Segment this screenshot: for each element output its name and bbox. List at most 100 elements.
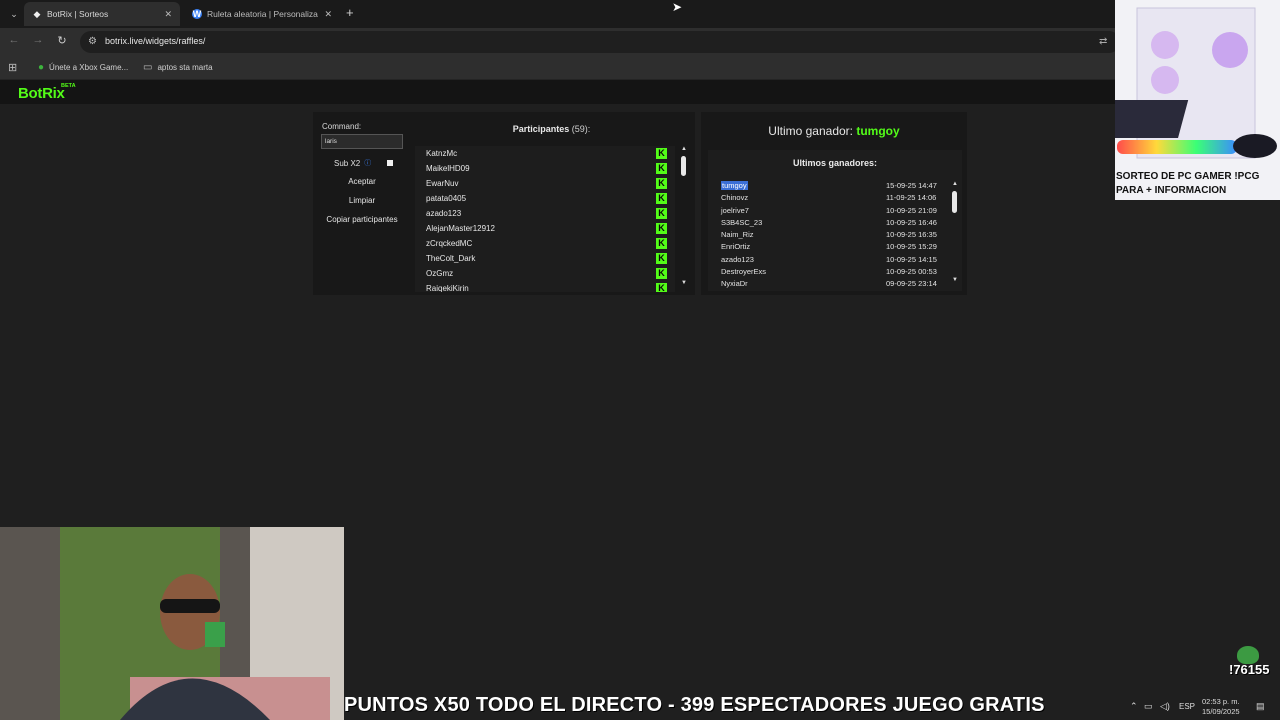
botrix-logo[interactable]: BotRix — [18, 85, 65, 102]
url-text[interactable]: botrix.live/widgets/raffles/ — [105, 36, 205, 46]
close-icon[interactable]: ✕ — [164, 9, 172, 20]
bookmark-xbox[interactable]: ● Únete a Xbox Game... — [38, 62, 128, 73]
participant-name: EwarNuv — [426, 179, 459, 188]
scroll-down-icon[interactable]: ▼ — [951, 277, 959, 283]
tab-search-icon[interactable]: ⌄ — [6, 6, 22, 22]
command-input[interactable] — [321, 134, 403, 149]
clock-date: 15/09/2025 — [1202, 707, 1240, 716]
winner-row: azado123 10-09-25 14:15 — [712, 254, 946, 266]
winner-name: EnriOrtiz — [721, 242, 751, 252]
participant-name: TheColt_Dark — [426, 254, 476, 263]
tab-bar: ⌄ ◆ BotRix | Sorteos ✕ W Ruleta aleatori… — [0, 0, 1280, 28]
winner-row: S3B4SC_23 10-09-25 16:46 — [712, 217, 946, 229]
wheel-favicon-icon: W — [192, 9, 202, 19]
winner-date: 10-09-25 15:29 — [886, 242, 937, 252]
system-tray: ⌃ ▭ ◁) ESP 02:53 p. m. 15/09/2025 ▤ — [1130, 696, 1280, 718]
mouse-cursor-icon: ➤ — [672, 0, 683, 14]
winners-scrollbar[interactable]: ▲ ▼ — [951, 181, 959, 289]
participant-name: patata0405 — [426, 194, 467, 203]
forward-icon[interactable]: → — [30, 34, 46, 46]
network-icon[interactable]: ▭ — [1144, 701, 1153, 712]
back-icon[interactable]: ← — [6, 34, 22, 46]
bookmark-folder[interactable]: ▭ aptos sta marta — [143, 62, 213, 73]
participant-name: RaiqekiKirin — [426, 284, 469, 292]
winners-title: Ultimos ganadores: — [792, 158, 877, 168]
notification-icon[interactable]: ▤ — [1256, 701, 1265, 712]
sub-x2-row: Sub X2 ⓘ — [334, 158, 371, 168]
clock-time: 02:53 p. m. — [1202, 697, 1240, 706]
tab-title: Ruleta aleatoria | Personaliza y ... — [207, 9, 320, 19]
kick-platform-icon: K — [656, 208, 667, 219]
winner-date: 10-09-25 16:46 — [886, 217, 937, 227]
info-icon[interactable]: ⓘ — [364, 158, 371, 168]
winners-list[interactable]: tumgoy 15-09-25 14:47 Chinovz 11-09-25 14:0… — [712, 180, 946, 290]
participant-row: patata0405 K — [415, 191, 675, 206]
participant-row: TheColt_Dark K — [415, 251, 675, 266]
winner-date: 15-09-25 14:47 — [886, 181, 937, 190]
chevron-up-icon[interactable]: ⌃ — [1130, 701, 1138, 712]
volume-icon[interactable]: ◁) — [1160, 701, 1170, 712]
tab-botrix[interactable]: ◆ BotRix | Sorteos ✕ — [24, 2, 180, 26]
toolbar: ← → ↻ ⚙ botrix.live/widgets/raffles/ — [0, 28, 1280, 56]
translate-icon[interactable]: ⇄ — [1099, 36, 1107, 47]
tab-title: BotRix | Sorteos — [47, 9, 109, 19]
scroll-up-icon[interactable]: ▲ — [680, 146, 688, 152]
participant-name: MaikelHD09 — [426, 164, 470, 173]
kick-platform-icon: K — [656, 193, 667, 204]
winner-name: NyxiaDr — [721, 279, 748, 289]
language-indicator[interactable]: ESP — [1179, 702, 1195, 711]
kick-platform-icon: K — [656, 148, 667, 159]
close-icon[interactable]: ✕ — [324, 9, 332, 20]
winner-date: 10-09-25 16:35 — [886, 230, 937, 240]
ticker-text: PUNTOS X50 TODO EL DIRECTO - 399 ESPECTA… — [344, 694, 1045, 716]
sub-x2-checkbox[interactable] — [387, 160, 393, 166]
copy-participants-button[interactable]: Copiar participantes — [321, 212, 403, 228]
scroll-thumb[interactable] — [952, 191, 957, 213]
scroll-up-icon[interactable]: ▲ — [951, 181, 959, 187]
accept-button[interactable]: Aceptar — [321, 174, 403, 190]
participant-name: zCrqckedMC — [426, 239, 473, 248]
apps-grid-icon[interactable]: ⊞ — [8, 61, 17, 74]
winner-row: joelrive7 10-09-25 21:09 — [712, 205, 946, 217]
kick-platform-icon: K — [656, 283, 667, 292]
winner-name: S3B4SC_23 — [721, 217, 763, 227]
participant-row: MaikelHD09 K — [415, 161, 675, 176]
participants-scrollbar[interactable]: ▲ ▼ — [680, 146, 688, 292]
viewer-count: !76155 — [1229, 662, 1270, 677]
kick-platform-icon: K — [656, 268, 667, 279]
participant-row: OzGmz K — [415, 266, 675, 281]
site-settings-icon[interactable]: ⚙ — [88, 36, 97, 47]
winner-name: azado123 — [721, 254, 754, 264]
clear-button[interactable]: Limpiar — [321, 193, 403, 209]
participant-name: KatnzMc — [426, 149, 458, 158]
address-bar[interactable]: ⚙ botrix.live/widgets/raffles/ — [80, 31, 1120, 53]
winner-name: Naim_Riz — [721, 230, 754, 240]
winner-date: 10-09-25 00:53 — [886, 267, 937, 277]
scroll-down-icon[interactable]: ▼ — [680, 280, 688, 286]
kick-platform-icon: K — [656, 223, 667, 234]
command-label: Command: — [322, 122, 362, 131]
winner-name: joelrive7 — [721, 205, 749, 215]
winner-date: 11-09-25 14:06 — [886, 193, 937, 203]
reload-icon[interactable]: ↻ — [54, 34, 70, 47]
webcam-feed — [0, 527, 344, 720]
scroll-thumb[interactable] — [681, 156, 686, 176]
last-winner-label: Ultimo ganador: — [768, 124, 854, 138]
tab-ruleta[interactable]: W Ruleta aleatoria | Personaliza y ... ✕ — [184, 2, 340, 26]
xbox-icon: ● — [38, 62, 45, 73]
bookmarks-bar: ⊞ ● Únete a Xbox Game... ▭ aptos sta mar… — [0, 56, 1280, 80]
participant-row: AlejanMaster12912 K — [415, 221, 675, 236]
folder-icon: ▭ — [143, 62, 153, 73]
participants-count: (59): — [571, 124, 591, 134]
streamer-webcam-image — [0, 527, 344, 720]
participant-row: azado123 K — [415, 206, 675, 221]
sub-x2-label: Sub X2 — [334, 158, 361, 168]
winner-row: Naim_Riz 10-09-25 16:35 — [712, 229, 946, 241]
new-tab-icon[interactable]: + — [346, 5, 354, 20]
winner-name: Chinovz — [721, 193, 749, 203]
winner-date: 09-09-25 23:14 — [886, 279, 937, 289]
kick-platform-icon: K — [656, 253, 667, 264]
clock[interactable]: 02:53 p. m. 15/09/2025 — [1202, 697, 1240, 717]
kick-platform-icon: K — [656, 178, 667, 189]
participants-list[interactable]: KatnzMc K MaikelHD09 K EwarNuv Kpatata0405 Kaz… — [415, 146, 675, 292]
